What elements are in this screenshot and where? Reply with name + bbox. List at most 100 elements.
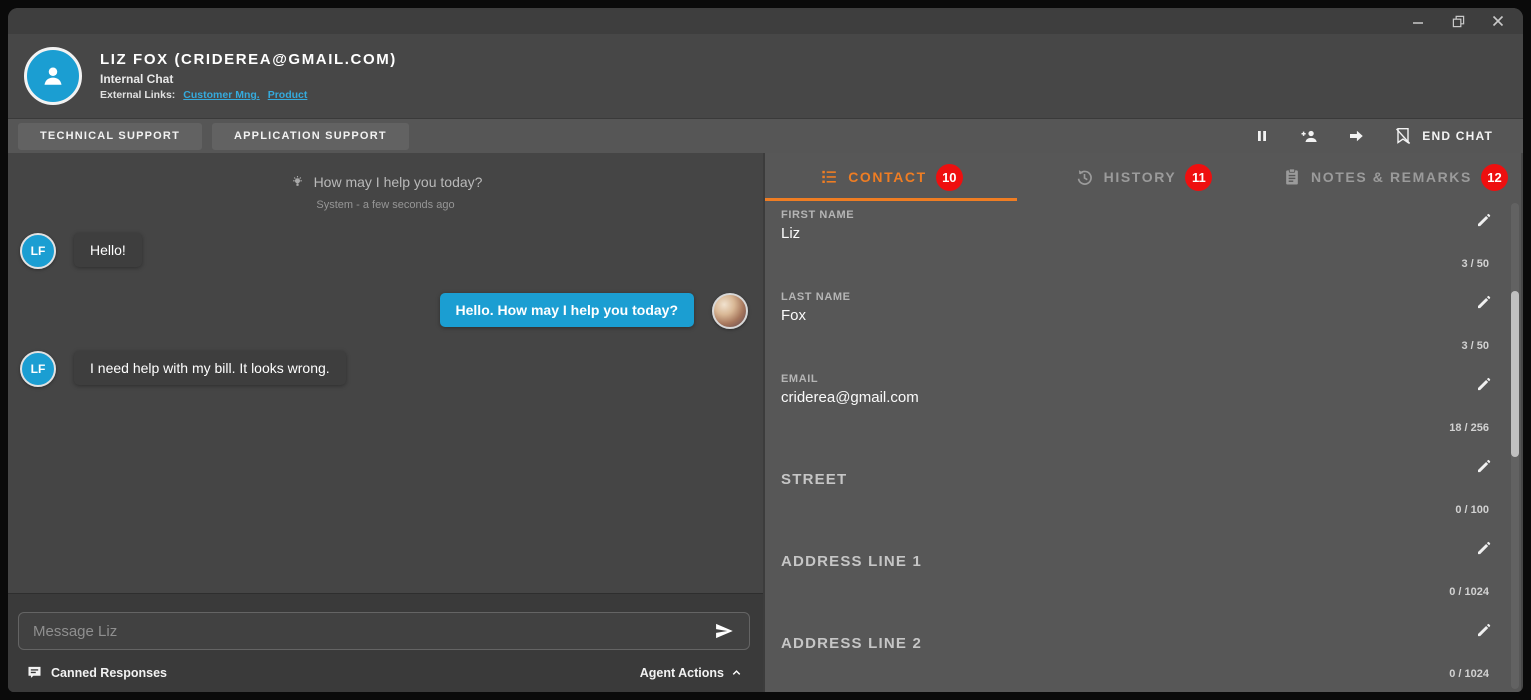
tab-history[interactable]: HISTORY 11 [1017, 153, 1269, 201]
panel-scrollbar-track[interactable] [1511, 203, 1519, 689]
field-street: STREET 0 / 100 [765, 447, 1521, 529]
field-label: LAST NAME [781, 291, 1461, 303]
edit-address-line-2-icon[interactable] [1475, 621, 1493, 639]
minimize-icon [1412, 15, 1424, 27]
field-counter: 0 / 100 [1455, 504, 1489, 516]
system-message: How may I help you today? System - a few… [8, 173, 763, 211]
list-icon [819, 167, 839, 187]
avatar-initials: LF [31, 362, 46, 376]
send-button[interactable] [709, 619, 739, 643]
minimize-button[interactable] [1411, 14, 1425, 28]
external-link-customer-mng[interactable]: Customer Mng. [183, 89, 259, 101]
lightbulb-icon [289, 173, 306, 190]
close-button[interactable] [1491, 14, 1505, 28]
canned-responses-button[interactable]: Canned Responses [26, 664, 167, 681]
field-email: EMAIL criderea@gmail.com 18 / 256 [765, 365, 1521, 447]
tab-contact[interactable]: CONTACT 10 [765, 153, 1017, 201]
system-message-text: How may I help you today? [314, 174, 483, 190]
customer-title: LIZ FOX (CRIDEREA@GMAIL.COM) [100, 51, 397, 68]
field-address-line-2: ADDRESS LINE 2 0 / 1024 [765, 611, 1521, 692]
person-icon [38, 61, 68, 91]
external-link-product[interactable]: Product [268, 89, 308, 101]
pause-icon [1254, 128, 1270, 144]
speech-bubble-icon [26, 664, 43, 681]
panel-tabs: CONTACT 10 HISTORY 11 [765, 153, 1521, 201]
agent-actions-label: Agent Actions [640, 666, 724, 680]
pause-button[interactable] [1252, 126, 1272, 146]
field-counter: 3 / 50 [1461, 258, 1489, 270]
clipboard-icon [1282, 167, 1302, 187]
tab-contact-label: CONTACT [848, 169, 927, 185]
field-last-name: LAST NAME Fox 3 / 50 [765, 283, 1521, 365]
tab-notes-remarks[interactable]: NOTES & REMARKS 12 [1269, 153, 1521, 201]
screen: LIZ FOX (CRIDEREA@GMAIL.COM) Internal Ch… [0, 0, 1531, 700]
restore-button[interactable] [1451, 14, 1465, 28]
tab-application-support[interactable]: APPLICATION SUPPORT [212, 123, 409, 150]
external-links-label: External Links: [100, 89, 175, 101]
edit-email-icon[interactable] [1475, 375, 1493, 393]
field-value: criderea@gmail.com [781, 389, 1461, 406]
message-row-customer-2: LF I need help with my bill. It looks wr… [20, 351, 763, 387]
field-counter: 3 / 50 [1461, 340, 1489, 352]
message-bubble: I need help with my bill. It looks wrong… [74, 351, 346, 385]
field-first-name: FIRST NAME Liz 3 / 50 [765, 201, 1521, 283]
composer: Canned Responses Agent Actions [8, 593, 763, 692]
field-label: ADDRESS LINE 1 [781, 553, 1461, 570]
chat-pane: How may I help you today? System - a few… [8, 153, 765, 692]
customer-initials-avatar: LF [20, 351, 56, 387]
customer-initials-avatar: LF [20, 233, 56, 269]
history-clock-icon [1074, 167, 1095, 188]
field-value: Liz [781, 225, 1461, 242]
titlebar [8, 8, 1523, 34]
field-counter: 18 / 256 [1449, 422, 1489, 434]
arrow-right-icon [1347, 127, 1365, 145]
person-add-icon [1299, 126, 1319, 146]
transfer-button[interactable] [1346, 126, 1366, 146]
app-window: LIZ FOX (CRIDEREA@GMAIL.COM) Internal Ch… [8, 8, 1523, 692]
message-list: How may I help you today? System - a few… [8, 153, 763, 593]
message-row-customer-1: LF Hello! [20, 233, 763, 269]
annotation-badge-11: 11 [1185, 164, 1212, 191]
field-value: Fox [781, 307, 1461, 324]
end-chat-button[interactable]: END CHAT [1393, 126, 1493, 146]
end-chat-label: END CHAT [1422, 129, 1493, 143]
field-label: EMAIL [781, 373, 1461, 385]
edit-street-icon[interactable] [1475, 457, 1493, 475]
chat-header: LIZ FOX (CRIDEREA@GMAIL.COM) Internal Ch… [8, 34, 1523, 118]
edit-first-name-icon[interactable] [1475, 211, 1493, 229]
canned-responses-label: Canned Responses [51, 666, 167, 680]
agent-message-bubble: Hello. How may I help you today? [440, 293, 694, 327]
annotation-badge-10: 10 [936, 164, 963, 191]
edit-last-name-icon[interactable] [1475, 293, 1493, 311]
agent-photo-avatar [712, 293, 748, 329]
contact-panel: CONTACT 10 HISTORY 11 [765, 153, 1521, 692]
agent-actions-button[interactable]: Agent Actions [640, 666, 743, 680]
message-row-agent: Hello. How may I help you today? [8, 293, 763, 329]
annotation-badge-12: 12 [1481, 164, 1508, 191]
panel-scrollbar-thumb[interactable] [1511, 291, 1519, 457]
restore-icon [1452, 15, 1465, 28]
chat-type-label: Internal Chat [100, 72, 397, 86]
message-input-wrap [18, 612, 750, 650]
invite-agent-button[interactable] [1299, 126, 1319, 146]
avatar-initials: LF [31, 244, 46, 258]
customer-avatar [24, 47, 82, 105]
external-links: External Links: Customer Mng. Product [100, 89, 397, 101]
flag-slash-icon [1393, 126, 1413, 146]
tab-notes-remarks-label: NOTES & REMARKS [1311, 169, 1472, 185]
message-input[interactable] [19, 623, 709, 640]
field-counter: 0 / 1024 [1449, 586, 1489, 598]
field-label: FIRST NAME [781, 209, 1461, 221]
paper-plane-icon [712, 621, 736, 641]
contact-fields: FIRST NAME Liz 3 / 50 LAST NAME Fox [765, 201, 1521, 692]
system-message-meta: System - a few seconds ago [8, 199, 763, 211]
close-icon [1492, 15, 1504, 27]
chevron-up-icon [730, 666, 743, 679]
tab-technical-support[interactable]: TECHNICAL SUPPORT [18, 123, 202, 150]
field-label: STREET [781, 471, 1461, 488]
message-bubble: Hello! [74, 233, 142, 267]
conversation-tabstrip: TECHNICAL SUPPORT APPLICATION SUPPORT [8, 118, 1523, 153]
field-counter: 0 / 1024 [1449, 668, 1489, 680]
tab-history-label: HISTORY [1104, 169, 1177, 185]
edit-address-line-1-icon[interactable] [1475, 539, 1493, 557]
